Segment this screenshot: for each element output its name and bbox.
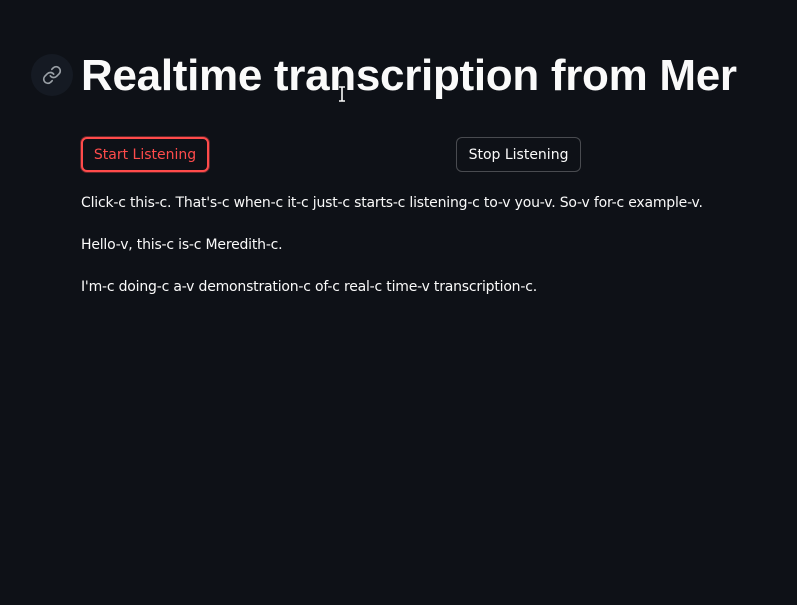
app-page: Realtime transcription from Mer Start Li… — [0, 0, 797, 605]
transcript-line: Hello-v, this-c is-c Meredith-c. — [81, 237, 283, 253]
page-title: Realtime transcription from Mer — [81, 51, 737, 100]
stop-listening-button[interactable]: Stop Listening — [456, 137, 581, 172]
text-cursor-icon — [339, 86, 345, 102]
header-anchor-link[interactable] — [31, 54, 73, 96]
transcript-area: Click-c this-c. That's-c when-c it-c jus… — [81, 193, 781, 319]
start-listening-button[interactable]: Start Listening — [81, 137, 209, 172]
transcript-line: Click-c this-c. That's-c when-c it-c jus… — [81, 195, 703, 211]
transcript-line: I'm-c doing-c a-v demonstration-c of-c r… — [81, 279, 537, 295]
link-icon — [42, 65, 62, 85]
